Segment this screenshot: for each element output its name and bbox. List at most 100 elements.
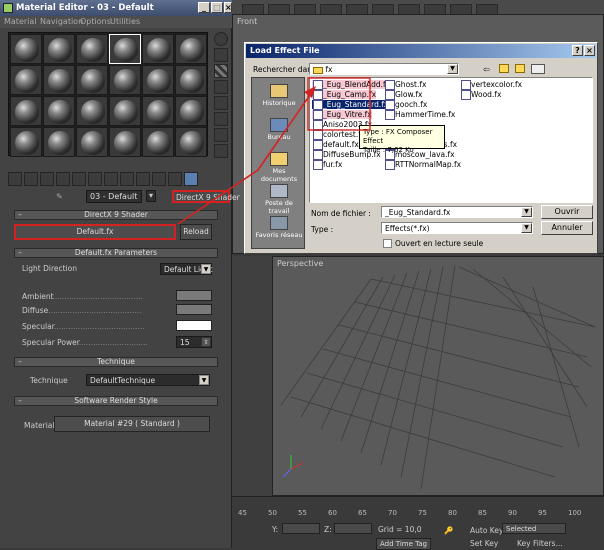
specular-color-swatch[interactable] <box>176 320 212 331</box>
sample-slot[interactable] <box>175 65 207 95</box>
minimize-icon[interactable]: _ <box>198 2 210 13</box>
show-end-result-icon[interactable] <box>136 172 150 186</box>
close-icon[interactable]: × <box>224 2 232 13</box>
place-network[interactable]: Favoris réseau <box>254 216 304 246</box>
auto-key-button[interactable]: Auto Key <box>470 526 503 535</box>
z-field[interactable] <box>334 523 372 534</box>
sample-slot[interactable] <box>76 65 108 95</box>
put-to-library-icon[interactable] <box>88 172 102 186</box>
viewport-label[interactable]: Front <box>237 17 257 26</box>
perspective-viewport[interactable]: Perspective <box>272 256 604 496</box>
sample-slot[interactable] <box>109 127 141 157</box>
material-type-button[interactable]: DirectX 9 Shader <box>172 190 240 203</box>
file-item[interactable]: colortest.fx <box>312 130 365 140</box>
light-direction-dropdown[interactable]: Default Light ▼ <box>160 263 213 275</box>
active-toggle-icon[interactable] <box>184 172 198 186</box>
menu-options[interactable]: Options <box>80 17 111 26</box>
place-history[interactable]: Historique <box>254 84 304 114</box>
fx-file-button[interactable]: Default.fx <box>14 224 176 240</box>
look-in-dropdown[interactable]: fx ▼ <box>309 63 459 75</box>
file-type-dropdown[interactable]: Effects(*.fx) ▼ <box>381 222 533 234</box>
options-icon[interactable] <box>214 128 228 142</box>
sample-slot[interactable] <box>175 34 207 64</box>
menu-navigation[interactable]: Navigation <box>40 17 83 26</box>
sample-slot[interactable] <box>10 127 42 157</box>
maximize-icon[interactable]: □ <box>211 2 223 13</box>
reload-button[interactable]: Reload <box>180 224 212 240</box>
menu-utilities[interactable]: Utilities <box>110 17 140 26</box>
sample-slot[interactable] <box>10 34 42 64</box>
file-item[interactable]: fur.fx <box>312 160 342 170</box>
key-filters-button[interactable]: Key Filters... <box>517 539 563 548</box>
material-editor-titlebar[interactable]: Material Editor - 03 - Default _ □ × <box>0 0 232 16</box>
dialog-titlebar[interactable]: Load Effect File ? × <box>246 44 596 58</box>
sample-slot[interactable] <box>43 65 75 95</box>
add-time-tag-button[interactable]: Add Time Tag <box>376 538 431 550</box>
view-menu-icon[interactable] <box>531 64 545 74</box>
pick-material-icon[interactable]: ✎ <box>56 192 63 201</box>
file-item[interactable]: HammerTime.fx <box>384 110 455 120</box>
select-by-material-icon[interactable] <box>214 144 228 158</box>
software-material-button[interactable]: Material #29 ( Standard ) <box>54 416 210 432</box>
backlight-icon[interactable] <box>214 48 228 62</box>
sample-slot[interactable] <box>43 96 75 126</box>
software-render-rollout-header[interactable]: – Software Render Style <box>14 396 218 406</box>
back-icon[interactable]: ⇦ <box>483 65 490 74</box>
new-folder-icon[interactable] <box>515 64 525 73</box>
technique-rollout-header[interactable]: – Technique <box>14 357 218 367</box>
sample-slot[interactable] <box>10 96 42 126</box>
sample-type-icon[interactable] <box>214 32 228 46</box>
make-unique-icon[interactable] <box>72 172 86 186</box>
sample-slot[interactable] <box>142 34 174 64</box>
diffuse-color-swatch[interactable] <box>176 304 212 315</box>
parameters-rollout-header[interactable]: – Default.fx Parameters <box>14 248 218 258</box>
sample-slot[interactable] <box>76 34 108 64</box>
filename-field[interactable]: _Eug_Standard.fx ▼ <box>381 206 533 218</box>
material-effects-channel-icon[interactable] <box>104 172 118 186</box>
sample-slot-active[interactable] <box>109 34 141 64</box>
sample-slot[interactable] <box>109 65 141 95</box>
make-preview-icon[interactable] <box>214 112 228 126</box>
file-item[interactable]: vertexcolor.fx <box>460 80 522 90</box>
file-item[interactable]: Wood.fx <box>460 90 501 100</box>
file-item[interactable]: default.fx <box>312 140 359 150</box>
sample-slot[interactable] <box>43 127 75 157</box>
place-my-computer[interactable]: Poste de travail <box>254 184 304 215</box>
file-item[interactable]: _Eug_Camp.fx <box>312 90 377 100</box>
file-item[interactable]: Glow.fx <box>384 90 422 100</box>
uv-tiling-icon[interactable] <box>214 80 228 94</box>
spinner-arrows-icon[interactable]: ⇕ <box>201 337 211 347</box>
open-button[interactable]: Ouvrir <box>541 205 593 219</box>
file-item-selected[interactable]: _Eug_Standard.fx <box>312 100 389 110</box>
help-icon[interactable]: ? <box>572 45 583 56</box>
readonly-checkbox[interactable] <box>383 239 392 248</box>
menu-material[interactable]: Material <box>4 17 37 26</box>
sample-slot[interactable] <box>175 127 207 157</box>
get-material-icon[interactable] <box>8 172 22 186</box>
directx-rollout-header[interactable]: – DirectX 9 Shader <box>14 210 218 220</box>
cancel-button[interactable]: Annuler <box>541 221 593 235</box>
chevron-down-icon[interactable]: ▾ <box>146 190 156 202</box>
assign-to-selection-icon[interactable] <box>40 172 54 186</box>
y-field[interactable] <box>282 523 320 534</box>
sample-slot[interactable] <box>43 34 75 64</box>
place-desktop[interactable]: Bureau <box>254 118 304 148</box>
technique-dropdown[interactable]: DefaultTechnique ▼ <box>86 374 210 386</box>
sample-slot[interactable] <box>10 65 42 95</box>
file-item[interactable]: _Eug_Vitre.fx <box>312 110 372 120</box>
close-icon[interactable]: × <box>584 45 595 56</box>
sample-slot[interactable] <box>109 96 141 126</box>
sample-slot[interactable] <box>142 96 174 126</box>
file-item[interactable]: RTTNormalMap.fx <box>384 160 461 170</box>
timeline[interactable]: 45 50 55 60 65 70 75 80 85 90 95 100 Y: … <box>232 496 604 550</box>
place-my-documents[interactable]: Mes documents <box>254 152 304 183</box>
background-icon[interactable] <box>214 64 228 78</box>
set-key-button[interactable]: Set Key <box>470 539 498 548</box>
sample-slot[interactable] <box>76 96 108 126</box>
go-forward-sibling-icon[interactable] <box>168 172 182 186</box>
key-icon[interactable]: 🔑 <box>444 526 453 535</box>
reset-map-icon[interactable] <box>56 172 70 186</box>
file-item[interactable]: _Eug_BlendAdd.fx <box>312 80 391 90</box>
go-to-parent-icon[interactable] <box>152 172 166 186</box>
selected-dropdown[interactable]: Selected <box>502 523 566 534</box>
